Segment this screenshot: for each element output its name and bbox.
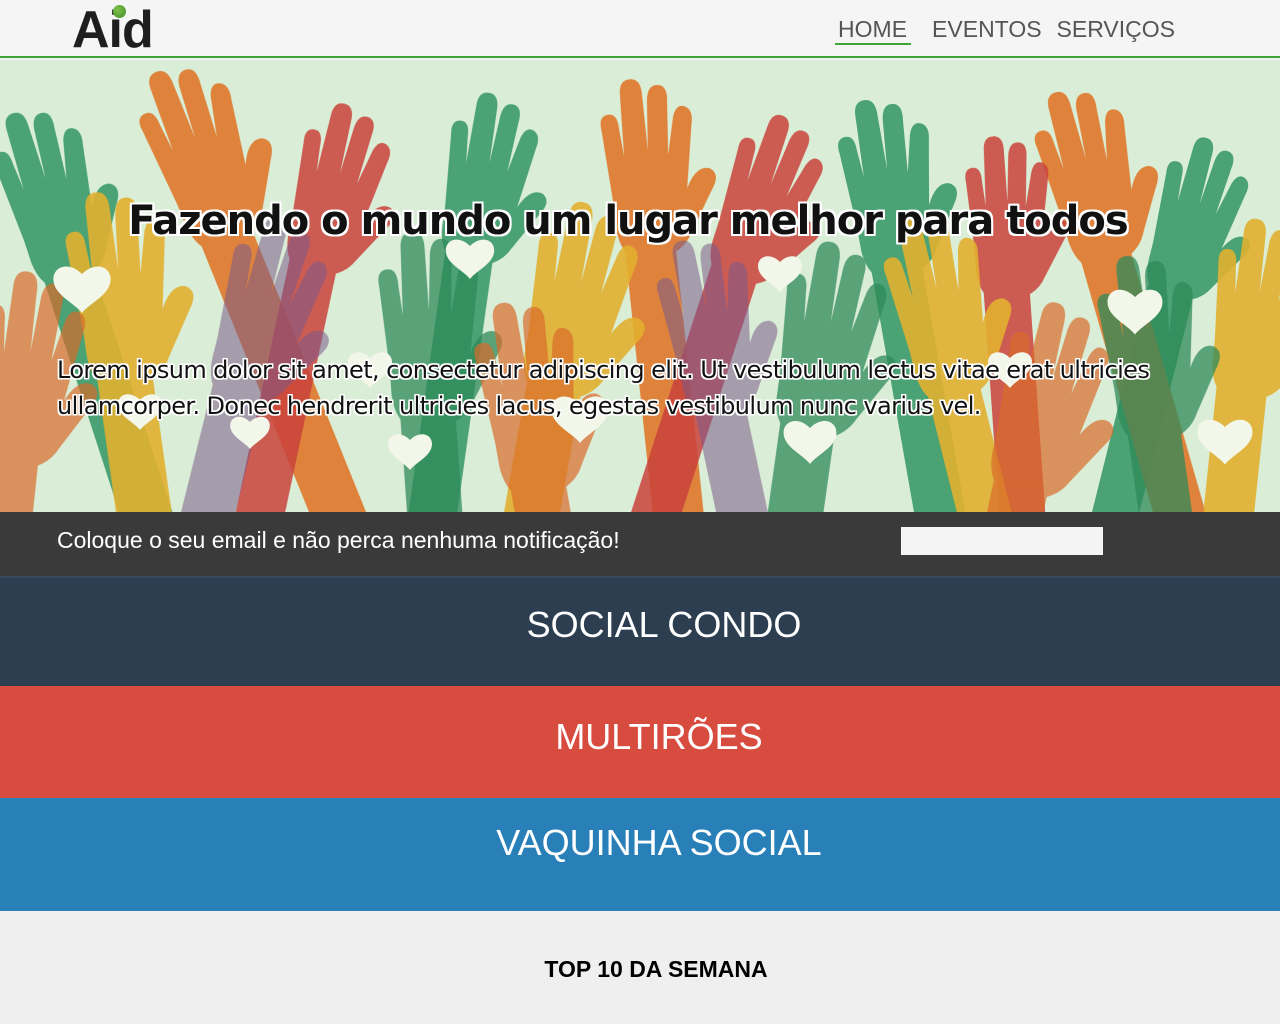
hero-banner: Fazendo o mundo um lugar melhor para tod… (0, 60, 1280, 512)
section-multiroes-label: MULTIRÕES (555, 716, 763, 757)
top10-title: TOP 10 DA SEMANA (544, 956, 768, 982)
hero-hands-image (0, 60, 1280, 512)
section-vaquinha-social-label: VAQUINHA SOCIAL (496, 822, 822, 863)
section-vaquinha-social[interactable]: VAQUINHA SOCIAL (0, 798, 1280, 911)
nav-eventos-link[interactable]: EVENTOS (932, 16, 1042, 45)
logo[interactable]: Aid (72, 2, 172, 58)
main-nav: HOME EVENTOS SERVIÇOS (835, 16, 1175, 45)
section-social-condo-label: SOCIAL CONDO (526, 604, 802, 645)
subscribe-label: Coloque o seu email e não perca nenhuma … (57, 527, 620, 553)
logo-dot-icon (113, 5, 126, 18)
email-subscribe-bar: Coloque o seu email e não perca nenhuma … (0, 512, 1280, 576)
section-multiroes[interactable]: MULTIRÕES (0, 686, 1280, 798)
top10-section: TOP 10 DA SEMANA (0, 911, 1280, 1024)
hero-description: Lorem ipsum dolor sit amet, consectetur … (57, 356, 1150, 420)
navbar: Aid HOME EVENTOS SERVIÇOS (0, 0, 1280, 58)
email-input[interactable] (901, 527, 1103, 555)
nav-home-link[interactable]: HOME (835, 16, 912, 45)
section-social-condo[interactable]: SOCIAL CONDO (0, 576, 1280, 686)
hero-title: Fazendo o mundo um lugar melhor para tod… (128, 198, 1128, 244)
nav-servicos-link[interactable]: SERVIÇOS (1057, 16, 1175, 45)
